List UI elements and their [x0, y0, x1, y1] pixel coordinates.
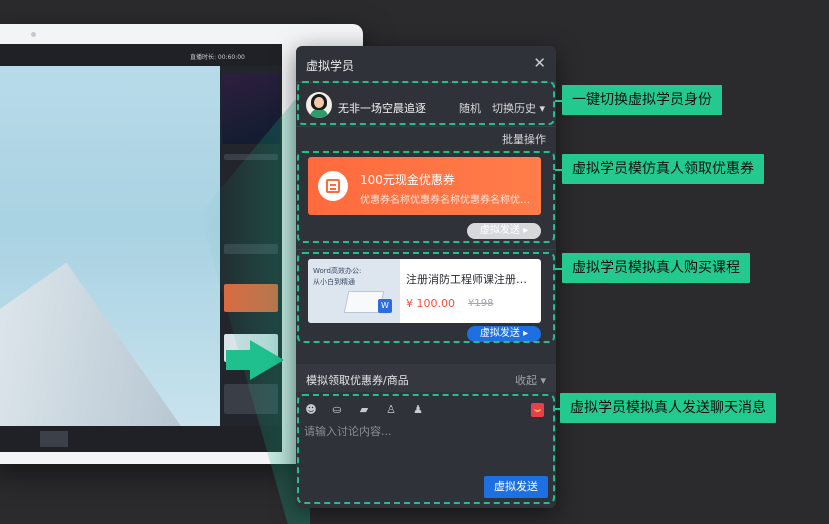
callout-send-chat: 虚拟学员模拟真人发送聊天消息	[560, 393, 776, 423]
live-video	[0, 66, 220, 452]
callout-switch-identity: 一键切换虚拟学员身份	[562, 85, 722, 115]
highlight-frame-chat	[297, 394, 555, 504]
stage: 直播时长: 00:60:00 虚拟学员 ✕ 无非一场空晨追逐 随机 切换历史 ▾…	[0, 0, 829, 524]
collapse-button[interactable]: 收起 ▾	[515, 372, 546, 388]
divider	[296, 126, 556, 127]
callout-buy-course: 虚拟学员模拟真人购买课程	[562, 253, 750, 283]
divider	[296, 249, 556, 250]
batch-operation-button[interactable]: 批量操作	[502, 131, 546, 147]
close-icon[interactable]: ✕	[533, 54, 546, 72]
mini-tab	[168, 431, 196, 447]
live-topbar: 直播时长: 00:60:00	[0, 44, 282, 66]
section-title: 模拟领取优惠券/商品	[306, 374, 409, 387]
highlight-frame-student	[297, 81, 555, 125]
mini-tab	[104, 431, 132, 447]
arrow-right-icon	[250, 340, 284, 380]
arrow-tail	[226, 350, 252, 370]
live-bottombar	[0, 426, 282, 452]
highlight-frame-coupon	[297, 151, 555, 243]
camera-dot	[31, 32, 36, 37]
panel-title: 虚拟学员	[306, 59, 355, 73]
highlight-frame-course	[297, 252, 555, 343]
building-image	[0, 262, 182, 452]
mini-tab	[40, 431, 68, 447]
live-timer: 直播时长: 00:60:00	[190, 54, 245, 61]
mini-tab	[136, 431, 164, 447]
mini-tab	[72, 431, 100, 447]
simulate-section-header: 模拟领取优惠券/商品 收起 ▾	[296, 364, 556, 392]
callout-claim-coupon: 虚拟学员模仿真人领取优惠券	[562, 154, 764, 184]
